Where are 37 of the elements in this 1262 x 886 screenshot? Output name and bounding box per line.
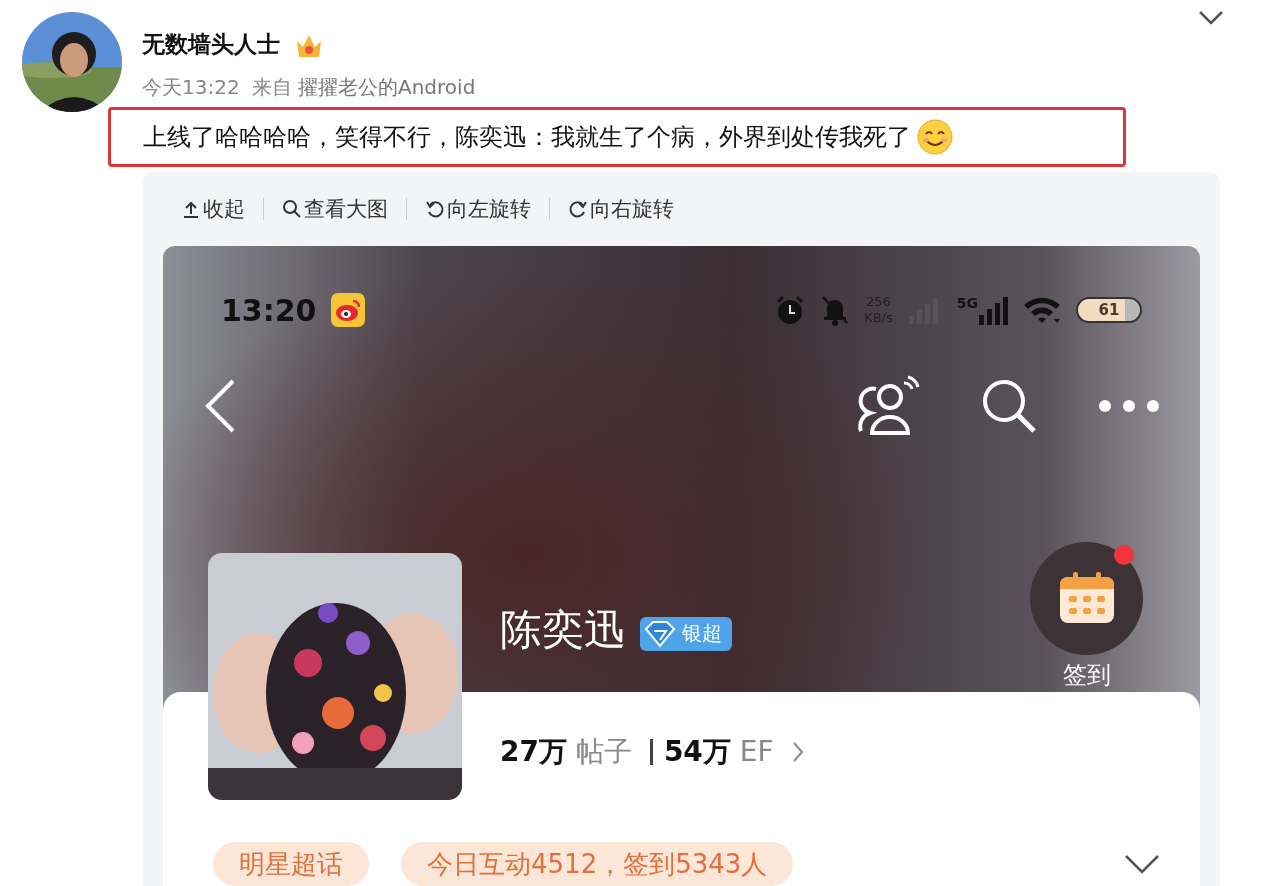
notification-dot-icon <box>1113 543 1135 566</box>
post-text: 上线了哈哈哈哈，笑得不行，陈奕迅：我就生了个病，外界到处传我死了 <box>143 122 911 153</box>
back-icon <box>203 377 237 434</box>
badge-label: 银超 <box>682 620 722 648</box>
signal-icon <box>978 295 1008 326</box>
chevron-down-icon[interactable] <box>1198 10 1224 26</box>
toolbar-button[interactable]: 向右旋转 <box>568 195 674 223</box>
diamond-icon <box>644 619 676 648</box>
chevron-down-icon[interactable] <box>1124 854 1160 874</box>
post-source: 来自 擢擢老公的Android <box>251 74 476 101</box>
stat-text: 27万 帖子 <box>500 734 632 770</box>
post-time: 今天13:22 <box>142 74 240 101</box>
rotate-right-icon <box>568 199 588 219</box>
calendar-icon <box>1057 571 1116 626</box>
more-icon <box>1098 398 1160 413</box>
people-button[interactable] <box>856 374 920 437</box>
battery-indicator: 61 <box>1076 297 1142 324</box>
rotate-left-icon <box>425 199 445 219</box>
chevron-right-icon[interactable] <box>791 741 804 763</box>
smile-icon <box>917 119 953 155</box>
collapse-icon <box>181 199 201 219</box>
wifi-icon <box>1022 295 1062 326</box>
status-time: 13:20 <box>221 292 317 328</box>
toolbar-button[interactable]: 收起 <box>181 195 245 223</box>
topic-name: 陈奕迅 <box>500 603 626 656</box>
bell-off-icon <box>820 294 851 327</box>
toolbar-button[interactable]: 向左旋转 <box>425 195 531 223</box>
app-icon <box>330 293 365 328</box>
network-type: 5G <box>956 295 978 312</box>
stat-text: 54万 EF <box>663 734 774 770</box>
toolbar-button[interactable]: 查看大图 <box>282 195 388 223</box>
back-button[interactable] <box>203 377 237 434</box>
search-icon <box>282 199 302 219</box>
more-button[interactable] <box>1098 398 1160 413</box>
people-icon <box>856 374 920 437</box>
divider-icon <box>649 739 654 765</box>
author-name[interactable]: 无数墙头人士 <box>142 29 280 60</box>
